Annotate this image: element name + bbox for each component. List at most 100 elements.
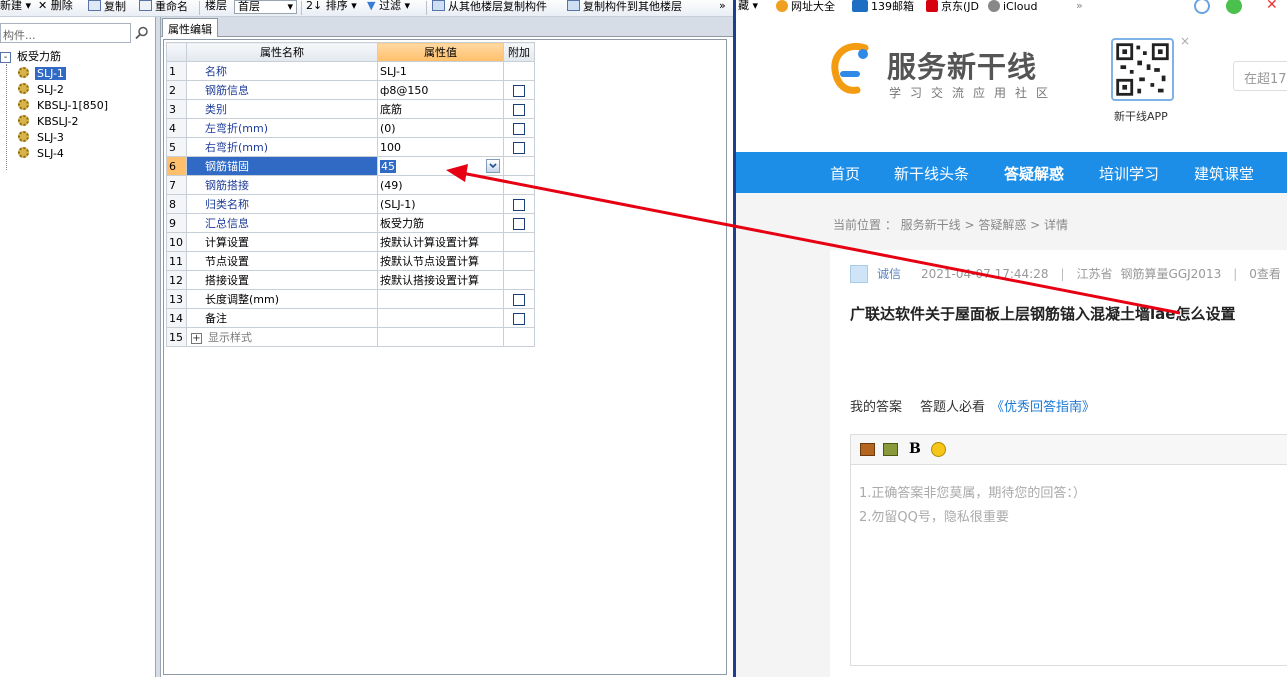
extra-checkbox[interactable]	[513, 217, 525, 230]
copy-button[interactable]: 复制	[88, 0, 126, 16]
product-tag[interactable]: 钢筋算量GGJ2013	[1121, 267, 1222, 281]
property-value-cell[interactable]	[377, 327, 504, 347]
property-value-cell[interactable]: 板受力筋	[377, 213, 504, 233]
site-logo-title[interactable]: 服务新干线	[887, 44, 1037, 86]
property-name-cell[interactable]: 类别	[186, 99, 378, 119]
avatar[interactable]	[850, 265, 868, 283]
answer-editor[interactable]: B 1.正确答案非您莫属，期待您的回答：） 2.勿留QQ号，隐私很重要	[850, 434, 1287, 666]
insert-gallery-icon[interactable]	[883, 443, 898, 456]
extra-checkbox[interactable]	[513, 84, 525, 97]
author-name[interactable]: 诚信	[877, 267, 901, 281]
tree-item[interactable]: SLJ-2	[18, 83, 66, 97]
nav-item-home[interactable]: 首页	[830, 163, 860, 184]
property-row[interactable]: 8 归类名称 (SLJ-1)	[166, 194, 535, 214]
collapse-icon[interactable]: -	[0, 52, 11, 63]
emoji-icon[interactable]	[931, 442, 946, 457]
tree-item[interactable]: KBSLJ-2	[18, 115, 81, 129]
extra-checkbox[interactable]	[513, 122, 525, 135]
floor-select[interactable]: 首层 ▾	[234, 0, 297, 14]
bookmark-item[interactable]: 网址大全	[776, 0, 835, 13]
property-value-cell[interactable]: ф8@150	[377, 80, 504, 100]
bookmark-overflow[interactable]: »	[1076, 0, 1083, 12]
property-value-cell[interactable]: 底筋	[377, 99, 504, 119]
column-header-extra[interactable]: 附加	[503, 42, 535, 62]
property-row[interactable]: 4 左弯折(mm) (0)	[166, 118, 535, 138]
bookmark-favorites[interactable]: 藏 ▾	[738, 0, 758, 12]
nav-item-training[interactable]: 培训学习	[1099, 163, 1159, 184]
rename-button[interactable]: 重命名	[139, 0, 188, 16]
property-name-cell[interactable]: 节点设置	[186, 251, 378, 271]
expand-icon[interactable]: +	[191, 333, 202, 344]
property-name-cell[interactable]: 计算设置	[186, 232, 378, 252]
tab-property-edit[interactable]: 属性编辑	[162, 18, 218, 37]
column-header-name[interactable]: 属性名称	[186, 42, 378, 62]
new-button[interactable]: 新建 ▾	[0, 0, 31, 16]
property-value-cell[interactable]: (0)	[377, 118, 504, 138]
insert-image-icon[interactable]	[860, 443, 875, 456]
property-name-cell[interactable]: 钢筋搭接	[186, 175, 378, 195]
property-name-cell[interactable]: 钢筋锚固	[186, 156, 378, 176]
property-row[interactable]: 12 搭接设置 按默认搭接设置计算	[166, 270, 535, 290]
tree-item[interactable]: KBSLJ-1[850]	[18, 99, 110, 113]
extra-checkbox[interactable]	[513, 141, 525, 154]
site-search-input[interactable]: 在超17	[1233, 61, 1287, 91]
bookmark-item[interactable]: iCloud	[988, 0, 1037, 13]
property-name-cell[interactable]: 名称	[186, 61, 378, 81]
anchorage-value-combobox[interactable]: 45	[377, 156, 504, 176]
property-name-cell[interactable]: 搭接设置	[186, 270, 378, 290]
property-row[interactable]: 10 计算设置 按默认计算设置计算	[166, 232, 535, 252]
component-search-input[interactable]: 构件...	[0, 23, 131, 43]
property-row[interactable]: 1 名称 SLJ-1	[166, 61, 535, 81]
bookmark-item[interactable]: 京东(JD	[926, 0, 979, 13]
property-name-cell[interactable]: 钢筋信息	[186, 80, 378, 100]
property-row[interactable]: 15 + 显示样式	[166, 327, 535, 347]
property-value-cell[interactable]	[377, 308, 504, 328]
property-row[interactable]: 3 类别 底筋	[166, 99, 535, 119]
filter-button[interactable]: ▼ 过滤 ▾	[367, 0, 410, 16]
sort-button[interactable]: 2↓ 排序 ▾	[306, 0, 357, 16]
tree-item[interactable]: SLJ-3	[18, 131, 66, 145]
property-name-cell[interactable]: 归类名称	[186, 194, 378, 214]
property-value-cell[interactable]: (49)	[377, 175, 504, 195]
property-name-cell[interactable]: 长度调整(mm)	[186, 289, 378, 309]
property-value-cell[interactable]: (SLJ-1)	[377, 194, 504, 214]
column-header-value[interactable]: 属性值	[377, 42, 504, 62]
property-row[interactable]: 7 钢筋搭接 (49)	[166, 175, 535, 195]
property-value-cell[interactable]: SLJ-1	[377, 61, 504, 81]
close-icon[interactable]: ✕	[1266, 0, 1282, 14]
property-name-cell[interactable]: 左弯折(mm)	[186, 118, 378, 138]
tree-item[interactable]: SLJ-1	[18, 67, 66, 81]
bold-button[interactable]: B	[909, 442, 924, 456]
nav-item-qa[interactable]: 答疑解惑	[1004, 163, 1064, 184]
extra-checkbox[interactable]	[513, 103, 525, 116]
property-value-cell[interactable]: 按默认计算设置计算	[377, 232, 504, 252]
answer-guide-link[interactable]: 《优秀回答指南》	[991, 400, 1095, 415]
nav-item-headlines[interactable]: 新干线头条	[894, 163, 969, 184]
property-value-cell[interactable]: 100	[377, 137, 504, 157]
tree-item[interactable]: SLJ-4	[18, 147, 66, 161]
qr-close-icon[interactable]: ×	[1180, 34, 1190, 48]
extra-checkbox[interactable]	[513, 293, 525, 306]
property-value-cell[interactable]: 按默认节点设置计算	[377, 251, 504, 271]
nav-item-classroom[interactable]: 建筑课堂	[1194, 163, 1254, 184]
property-row[interactable]: 11 节点设置 按默认节点设置计算	[166, 251, 535, 271]
wechat-icon[interactable]	[1226, 0, 1242, 14]
bookmark-item[interactable]: 139邮箱	[852, 0, 914, 13]
property-row[interactable]: 13 长度调整(mm)	[166, 289, 535, 309]
property-row[interactable]: 9 汇总信息 板受力筋	[166, 213, 535, 233]
property-name-cell[interactable]: 汇总信息	[186, 213, 378, 233]
property-row[interactable]: 14 备注	[166, 308, 535, 328]
toolbar-overflow-button[interactable]: »	[719, 0, 726, 16]
property-name-cell[interactable]: 右弯折(mm)	[186, 137, 378, 157]
property-value-cell[interactable]: 按默认搭接设置计算	[377, 270, 504, 290]
delete-button[interactable]: ✕ 删除	[38, 0, 73, 16]
breadcrumb[interactable]: 当前位置 ： 服务新干线 > 答疑解惑 > 详情	[833, 216, 1068, 233]
tree-root-slab-rebar[interactable]: - 板受力筋	[0, 49, 61, 65]
copy-to-floor-button[interactable]: 复制构件到其他楼层	[567, 0, 682, 16]
search-icon[interactable]	[135, 26, 149, 40]
minimize-icon[interactable]	[1194, 0, 1210, 14]
property-name-cell[interactable]: + 显示样式	[186, 327, 378, 347]
extra-checkbox[interactable]	[513, 198, 525, 211]
property-name-cell[interactable]: 备注	[186, 308, 378, 328]
property-row[interactable]: 2 钢筋信息 ф8@150	[166, 80, 535, 100]
